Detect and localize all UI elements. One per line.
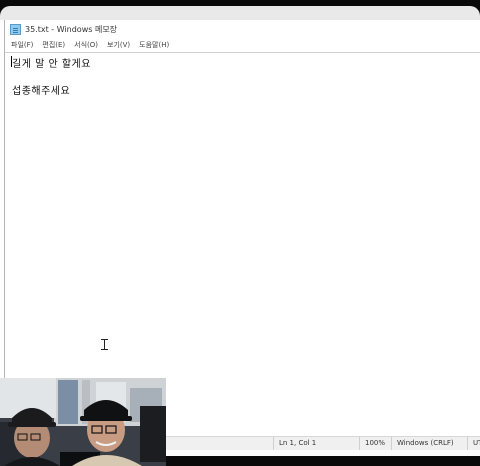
window-title: 35.txt - Windows 메모장 (25, 24, 118, 34)
zoom-level: 100% (359, 437, 391, 450)
notepad-icon (10, 23, 21, 35)
menu-view[interactable]: 보기(V) (107, 40, 130, 50)
encoding: UT (467, 437, 480, 450)
editor-line-2: 섭종해주세요 (12, 86, 71, 97)
menu-file[interactable]: 파일(F) (11, 40, 33, 50)
line-ending: Windows (CRLF) (391, 437, 467, 450)
webcam-image (0, 378, 166, 466)
menu-format[interactable]: 서식(O) (74, 40, 98, 50)
ibeam-cursor-icon (101, 339, 108, 350)
menu-help[interactable]: 도움말(H) (139, 40, 169, 50)
title-bar[interactable]: 35.txt - Windows 메모장 (5, 20, 480, 38)
webcam-overlay (0, 378, 166, 466)
menu-bar: 파일(F) 편집(E) 서식(O) 보기(V) 도움말(H) (5, 39, 480, 51)
editor-line-1: 길게 말 안 할게요 (12, 59, 91, 70)
cursor-position: Ln 1, Col 1 (273, 437, 359, 450)
screen-edge (0, 6, 480, 20)
menu-edit[interactable]: 편집(E) (42, 40, 65, 50)
